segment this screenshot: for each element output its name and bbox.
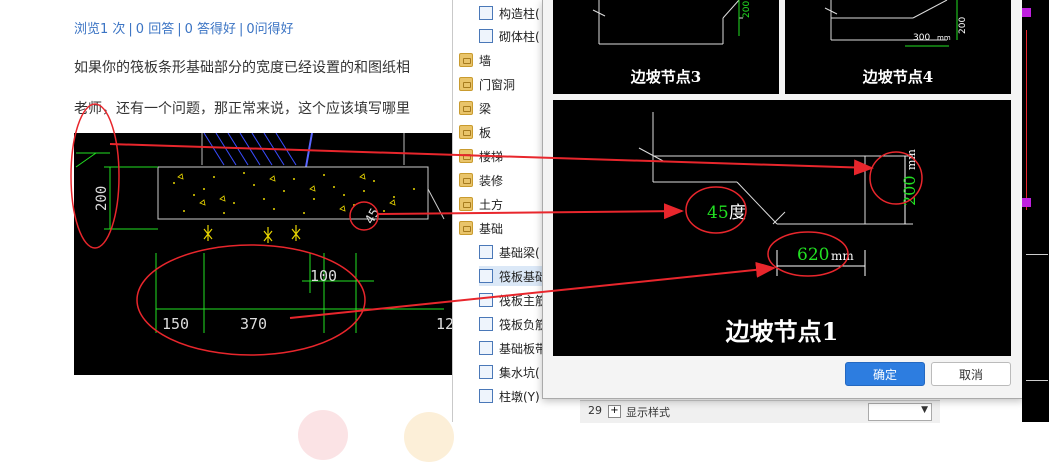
node4-dim-h: 200	[958, 17, 968, 34]
article-area: 浏览1 次 | 0 回答 | 0 答得好 | 0问得好 如果你的筏板条形基础部分的宽度已经设…	[0, 0, 455, 462]
node1-title: 边坡节点1	[725, 317, 839, 346]
tree-item-decoration[interactable]: 装修	[459, 170, 503, 190]
property-row: 29 + 显示样式 ▼	[580, 400, 940, 423]
cad-dim-370: 370	[240, 315, 267, 333]
tree-item-beam[interactable]: 梁	[459, 98, 491, 118]
tree-item-raft-neg-rebar[interactable]: 筏板负筋	[479, 314, 547, 334]
slope-node-dialog: 200 边坡节点3 300 mm 200 边坡节点4 200 mm 45 度 6…	[542, 0, 1024, 399]
folder-icon	[459, 173, 473, 187]
ok-button[interactable]: 确定	[845, 362, 925, 386]
tree-item-sump-pit[interactable]: 集水坑(	[479, 362, 540, 382]
folder-icon	[459, 53, 473, 67]
tree-item-raft-foundation[interactable]: 筏板基础	[479, 266, 548, 286]
beam-icon	[479, 245, 493, 259]
dim-line	[1026, 380, 1048, 381]
folder-open-icon	[459, 221, 473, 235]
tree-item-stairs[interactable]: 楼梯	[459, 146, 503, 166]
red-line	[1026, 30, 1027, 210]
panel-slope-node-4[interactable]: 300 mm 200 边坡节点4	[785, 0, 1011, 94]
raft-icon	[479, 269, 493, 283]
cad-canvas-edge[interactable]	[1022, 0, 1049, 422]
node4-title: 边坡节点4	[862, 68, 934, 86]
column-icon	[479, 29, 493, 43]
tree-item-slab[interactable]: 板	[459, 122, 491, 142]
node1-height-unit: mm	[905, 149, 918, 170]
question-stats: 浏览1 次 | 0 回答 | 0 答得好 | 0问得好	[74, 22, 294, 37]
rebar-icon	[479, 317, 493, 331]
folder-icon	[459, 125, 473, 139]
tree-item-construct-column[interactable]: 构造柱(	[479, 3, 540, 23]
strip-icon	[479, 341, 493, 355]
dim-line	[1026, 254, 1048, 255]
decorative-circle	[298, 410, 348, 460]
folder-icon	[459, 77, 473, 91]
tree-item-raft-main-rebar[interactable]: 筏板主筋	[479, 290, 547, 310]
answer-paragraph: 如果你的筏板条形基础部分的宽度已经设置的和图纸相	[74, 60, 410, 76]
rebar-icon	[479, 293, 493, 307]
row-label: 显示样式	[626, 406, 670, 419]
tree-item-column-pier[interactable]: 柱墩(Y)	[479, 386, 540, 406]
chevron-down-icon: ▼	[921, 405, 928, 415]
grip-icon	[1022, 198, 1031, 207]
tree-item-masonry-column[interactable]: 砌体柱(	[479, 26, 540, 46]
cad-angle-45: 45	[362, 206, 383, 227]
node1-height: 200	[900, 175, 919, 206]
pier-icon	[479, 389, 493, 403]
views-count: 浏览1 次	[74, 22, 126, 37]
node3-title: 边坡节点3	[630, 68, 702, 86]
cad-screenshot-image: 200 45 100 150 370 12	[74, 133, 455, 375]
node4-dim-w: 300	[913, 33, 930, 43]
node1-width-unit: mm	[831, 249, 854, 263]
node1-angle-unit: 度	[729, 203, 746, 223]
cad-dim-150: 150	[162, 315, 189, 333]
node4-unit: mm	[937, 34, 951, 42]
decorative-circle	[404, 412, 454, 462]
answers-link[interactable]: 0 回答	[136, 22, 174, 37]
folder-icon	[459, 149, 473, 163]
tree-item-earthwork[interactable]: 土方	[459, 194, 503, 214]
folder-icon	[459, 197, 473, 211]
tree-item-door-window[interactable]: 门窗洞	[459, 74, 515, 94]
follow-up-paragraph: 老师，还有一个问题，那正常来说，这个应该填写哪里	[74, 101, 410, 117]
column-icon	[479, 6, 493, 20]
panel-slope-node-1[interactable]: 200 mm 45 度 620 mm 边坡节点1	[553, 100, 1011, 356]
tree-item-foundation-strip[interactable]: 基础板带	[479, 338, 547, 358]
panel-slope-node-3[interactable]: 200 边坡节点3	[553, 0, 779, 94]
grip-icon	[1022, 8, 1031, 17]
node1-width: 620	[797, 245, 829, 265]
good-questions-link[interactable]: 0问得好	[246, 22, 293, 37]
expand-plus-icon[interactable]: +	[608, 405, 621, 418]
pit-icon	[479, 365, 493, 379]
node3-dim: 200	[742, 1, 752, 18]
style-dropdown[interactable]: ▼	[868, 403, 932, 421]
cancel-button[interactable]: 取消	[931, 362, 1011, 386]
node1-angle: 45	[707, 203, 729, 223]
tree-item-foundation[interactable]: 基础	[459, 218, 503, 238]
tree-item-wall[interactable]: 墙	[459, 50, 491, 70]
good-answers-link[interactable]: 0 答得好	[185, 22, 236, 37]
row-number: 29	[588, 404, 602, 417]
folder-icon	[459, 101, 473, 115]
cad-dim-200: 200	[94, 186, 110, 211]
tree-item-foundation-beam[interactable]: 基础梁(	[479, 242, 540, 262]
cad-dim-100: 100	[310, 267, 337, 285]
